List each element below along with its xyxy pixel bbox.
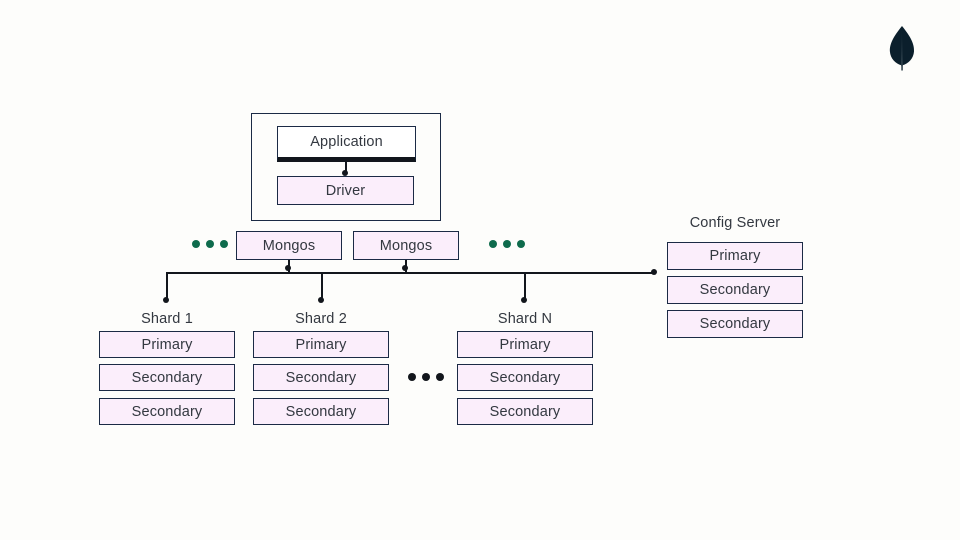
- shard-n-member-secondary-1[interactable]: Secondary: [457, 364, 593, 391]
- config-server-title: Config Server: [689, 215, 781, 231]
- shard-1-bus-dot: [163, 297, 170, 303]
- config-server-bus-dot: [651, 269, 657, 275]
- config-server-member-primary[interactable]: Primary: [667, 242, 803, 270]
- shards-ellipsis: [408, 373, 444, 381]
- mongos-2-bus-dot: [402, 265, 409, 271]
- shard-1-member-secondary-1[interactable]: Secondary: [99, 364, 235, 391]
- mongos-1-bus-dot: [285, 265, 292, 271]
- shard-2-title: Shard 2: [295, 311, 347, 327]
- mongos-ellipsis-left: [192, 240, 228, 248]
- shard-2-member-secondary-2[interactable]: Secondary: [253, 398, 389, 425]
- config-server-member-secondary-2[interactable]: Secondary: [667, 310, 803, 338]
- shard-1-title: Shard 1: [141, 311, 193, 327]
- mongos-node-2[interactable]: Mongos: [353, 231, 459, 260]
- shard-2-bus-dot: [318, 297, 325, 303]
- mongos-ellipsis-right: [489, 240, 525, 248]
- mongos-node-1[interactable]: Mongos: [236, 231, 342, 260]
- cluster-bus-line: [166, 272, 656, 274]
- driver-node[interactable]: Driver: [277, 176, 414, 205]
- shard-n-bus-dot: [521, 297, 528, 303]
- shard-1-member-primary[interactable]: Primary: [99, 331, 235, 358]
- config-server-member-secondary-1[interactable]: Secondary: [667, 276, 803, 304]
- diagram-canvas: Application Driver Mongos Mongos Config …: [0, 0, 960, 540]
- shard-n-member-secondary-2[interactable]: Secondary: [457, 398, 593, 425]
- shard-n-member-primary[interactable]: Primary: [457, 331, 593, 358]
- shard-2-member-primary[interactable]: Primary: [253, 331, 389, 358]
- mongodb-leaf-logo: [881, 25, 923, 76]
- shard-1-member-secondary-2[interactable]: Secondary: [99, 398, 235, 425]
- application-node[interactable]: Application: [277, 126, 416, 162]
- shard-2-member-secondary-1[interactable]: Secondary: [253, 364, 389, 391]
- shard-n-title: Shard N: [497, 311, 553, 327]
- application-label: Application: [310, 134, 383, 150]
